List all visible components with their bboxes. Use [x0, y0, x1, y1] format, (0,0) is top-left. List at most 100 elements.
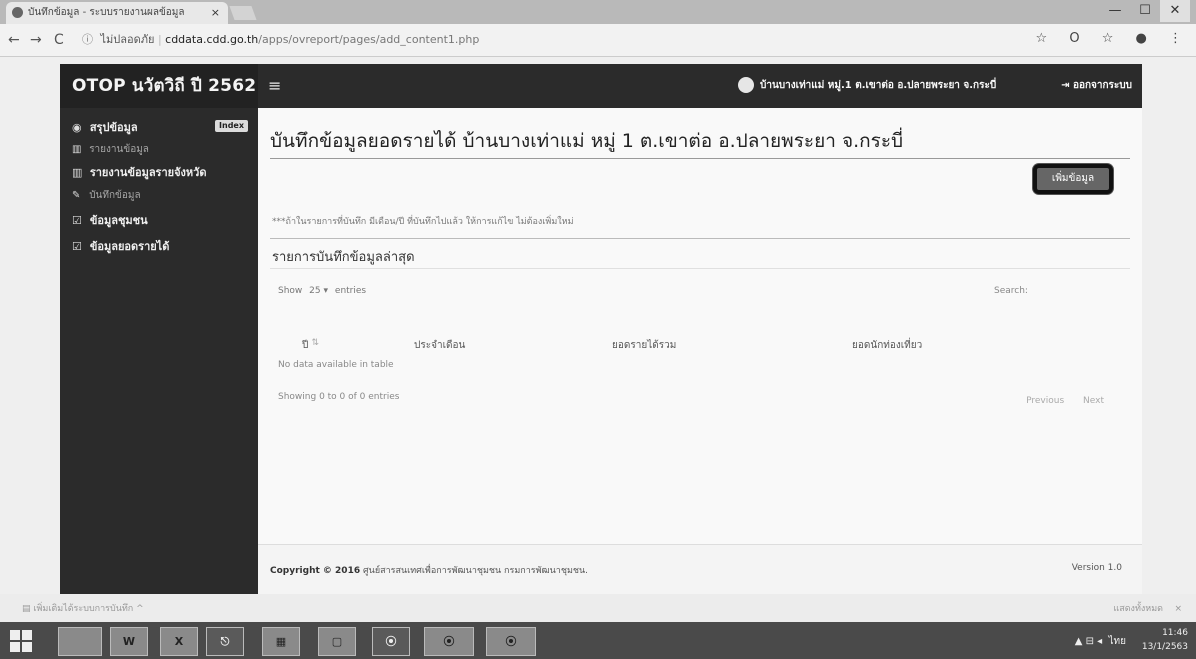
- brand-logo[interactable]: OTOP นวัตวิถี ปี 2562: [60, 64, 258, 108]
- browser-toolbar-icons: ☆ O ☆ ● ⋮: [1018, 31, 1182, 46]
- entries-label: entries: [334, 286, 367, 296]
- previous-page-button[interactable]: Previous: [1026, 396, 1064, 406]
- table-info: Showing 0 to 0 of 0 entries: [278, 392, 400, 402]
- system-tray-icons[interactable]: ▲ ⊟ ◂ ไทย: [1075, 634, 1126, 649]
- opera-icon[interactable]: O: [1069, 31, 1079, 46]
- column-header-year[interactable]: ปี ⇅: [302, 338, 319, 351]
- minimize-button[interactable]: —: [1100, 0, 1130, 22]
- logout-label: ออกจากระบบ: [1072, 80, 1132, 91]
- info-icon[interactable]: ⓘ: [82, 33, 93, 46]
- sidebar-item-summary[interactable]: ◉ สรุปข้อมูล Index: [60, 116, 258, 140]
- sidebar-item-label: รายงานข้อมูลรายจังหวัด: [89, 166, 207, 179]
- url-field[interactable]: ⓘ ไม่ปลอดภัย | cddata.cdd.go.th/apps/ovr…: [82, 29, 1022, 51]
- download-bar: ▤ เพิ่มเติมได้ระบบการบันทึก ^ แสดงทั้งหม…: [0, 594, 1196, 622]
- sort-icon: ⇅: [311, 338, 320, 348]
- search-label: Search:: [994, 286, 1028, 296]
- sidebar-item-community[interactable]: ☑ ข้อมูลชุมชน: [60, 206, 258, 236]
- browser-tab[interactable]: บันทึกข้อมูล - ระบบรายงานผลข้อมูล ×: [6, 2, 228, 24]
- next-page-button[interactable]: Next: [1083, 396, 1104, 406]
- file-icon: ▤: [22, 604, 31, 614]
- sidebar-item-province-report[interactable]: ▥ รายงานข้อมูลรายจังหวัด: [60, 160, 258, 186]
- show-all-label: แสดงทั้งหมด: [1113, 604, 1163, 614]
- divider: [270, 238, 1130, 239]
- version-label: Version 1.0: [1071, 563, 1122, 573]
- url-path: /apps/ovreport/pages/add_content1.php: [258, 33, 480, 46]
- column-label: ปี: [302, 340, 309, 351]
- pencil-icon: ✎: [72, 190, 81, 201]
- logout-link[interactable]: ⇥ ออกจากระบบ: [1061, 64, 1132, 108]
- taskbar-app-excel[interactable]: X: [160, 627, 198, 656]
- page-size-select[interactable]: 25 ▾: [309, 286, 328, 296]
- taskbar-app-chrome[interactable]: ⦿: [486, 627, 536, 656]
- sidebar-item-label: รายงานข้อมูล: [89, 144, 149, 155]
- add-data-button[interactable]: เพิ่มข้อมูล: [1033, 164, 1113, 194]
- instruction-note: ***ถ้าในรายการที่บันทึก มีเดือน/ปี ที่บั…: [272, 217, 574, 227]
- section-title: รายการบันทึกข้อมูลล่าสุด: [272, 250, 415, 265]
- language-indicator[interactable]: ไทย: [1109, 636, 1126, 647]
- clock[interactable]: 11:46 13/1/2563: [1142, 626, 1188, 654]
- chevron-down-icon: ▾: [323, 286, 329, 296]
- address-bar: ← → C ⓘ ไม่ปลอดภัย | cddata.cdd.go.th/ap…: [0, 24, 1196, 57]
- chart-icon: ▥: [72, 166, 83, 179]
- index-badge: Index: [215, 120, 248, 132]
- logout-icon: ⇥: [1061, 80, 1070, 91]
- edit-icon: ☑: [72, 214, 82, 227]
- show-all-downloads[interactable]: แสดงทั้งหมด ×: [1113, 601, 1182, 615]
- url-host: cddata.cdd.go.th: [165, 33, 259, 46]
- edit-icon: ☑: [72, 240, 82, 253]
- security-label: ไม่ปลอดภัย: [100, 33, 155, 46]
- sidebar-item-label: ข้อมูลชุมชน: [89, 214, 148, 227]
- pagination: Previous Next: [1010, 396, 1104, 406]
- new-tab-button[interactable]: [229, 6, 257, 20]
- windows-start-button[interactable]: [10, 630, 32, 652]
- close-window-button[interactable]: ✕: [1160, 0, 1190, 22]
- chart-icon: ▥: [72, 144, 82, 155]
- user-name[interactable]: บ้านบางเท่าแม่ หมู่.1 ต.เขาต่อ อ.ปลายพระ…: [760, 64, 996, 108]
- taskbar-app-window[interactable]: ▢: [318, 627, 356, 656]
- back-button[interactable]: ←: [8, 32, 20, 48]
- top-navbar: ≡ บ้านบางเท่าแม่ หมู่.1 ต.เขาต่อ อ.ปลายพ…: [258, 64, 1142, 108]
- reload-button[interactable]: C: [54, 32, 64, 48]
- chevron-up-icon[interactable]: ^: [136, 604, 144, 614]
- sidebar-item-label: บันทึกข้อมูล: [89, 190, 141, 201]
- menu-toggle-icon[interactable]: ≡: [268, 76, 281, 95]
- divider: [270, 158, 1130, 159]
- user-avatar[interactable]: [738, 77, 754, 93]
- taskbar-app-calculator[interactable]: ▦: [262, 627, 300, 656]
- divider: [270, 268, 1130, 269]
- search-input[interactable]: Search:: [994, 286, 1028, 296]
- footer: Copyright © 2016 ศูนย์สารสนเทศเพื่อการพั…: [258, 544, 1142, 595]
- taskbar-app-pdf[interactable]: ⎋: [206, 627, 244, 656]
- profile-icon[interactable]: ●: [1136, 31, 1147, 46]
- copyright-prefix: Copyright © 2016: [270, 566, 361, 576]
- tray-icon-group: ▲ ⊟ ◂: [1074, 636, 1103, 647]
- sidebar-item-record[interactable]: ✎ บันทึกข้อมูล: [60, 186, 258, 206]
- dashboard-icon: ◉: [72, 121, 82, 134]
- download-item-label: เพิ่มเติมได้ระบบการบันทึก: [33, 604, 134, 614]
- page-title: บันทึกข้อมูลยอดรายได้ บ้านบางเท่าแม่ หมู…: [270, 130, 904, 152]
- copyright-org-link[interactable]: ศูนย์สารสนเทศเพื่อการพัฒนาชุมชน กรมการพั…: [363, 566, 588, 576]
- page-size-control: Show 25 ▾ entries: [278, 286, 366, 296]
- star-icon[interactable]: ☆: [1036, 31, 1048, 46]
- sidebar-item-report[interactable]: ▥ รายงานข้อมูล: [60, 140, 258, 160]
- taskbar-app-opera-active[interactable]: ⦿: [424, 627, 474, 656]
- download-item[interactable]: ▤ เพิ่มเติมได้ระบบการบันทึก ^: [22, 601, 144, 615]
- menu-dots-icon[interactable]: ⋮: [1169, 31, 1182, 46]
- copyright-text: Copyright © 2016 ศูนย์สารสนเทศเพื่อการพั…: [270, 563, 588, 577]
- clock-date: 13/1/2563: [1141, 642, 1188, 652]
- sidebar-item-revenue[interactable]: ☑ ข้อมูลยอดรายได้: [60, 236, 258, 258]
- window-controls: — ☐ ✕: [1100, 0, 1190, 22]
- maximize-button[interactable]: ☐: [1130, 0, 1160, 22]
- extension-icon[interactable]: ☆: [1102, 31, 1114, 46]
- clock-time: 11:46: [1162, 628, 1188, 638]
- site-favicon-icon: [12, 7, 23, 18]
- tab-close-icon[interactable]: ×: [211, 2, 220, 24]
- sidebar-item-label: สรุปข้อมูล: [89, 121, 138, 134]
- taskbar-app-explorer[interactable]: [58, 627, 102, 656]
- taskbar-app-opera[interactable]: ⦿: [372, 627, 410, 656]
- taskbar-app-word[interactable]: W: [110, 627, 148, 656]
- forward-button[interactable]: →: [30, 32, 42, 48]
- sidebar: OTOP นวัตวิถี ปี 2562 ◉ สรุปข้อมูล Index…: [60, 64, 258, 594]
- column-label: ประจำเดือน: [414, 340, 466, 351]
- close-icon[interactable]: ×: [1174, 604, 1182, 614]
